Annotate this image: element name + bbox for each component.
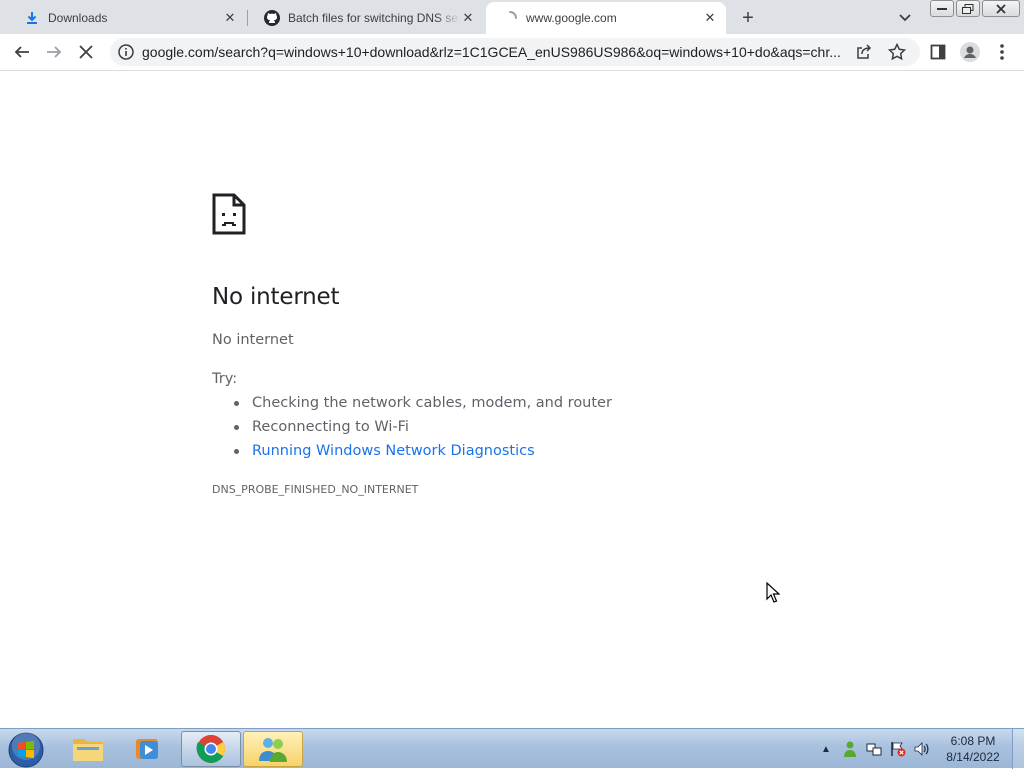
clock-date: 8/14/2022 — [946, 750, 1000, 764]
url-text[interactable]: google.com/search?q=windows+10+download&… — [142, 44, 842, 60]
error-subtitle: No internet — [212, 332, 294, 348]
close-icon[interactable]: ✕ — [222, 10, 238, 26]
tab-search-button[interactable] — [893, 8, 917, 28]
suggestion-item: Reconnecting to Wi-Fi — [234, 415, 612, 439]
windows-logo-icon — [8, 732, 44, 768]
close-icon[interactable]: ✕ — [702, 10, 718, 26]
restore-button[interactable] — [956, 0, 980, 17]
tab-title: Batch files for switching DNS ser — [288, 11, 460, 25]
folder-icon — [73, 739, 103, 761]
error-title: No internet — [212, 284, 340, 310]
github-icon — [264, 10, 280, 26]
network-icon[interactable] — [864, 739, 884, 759]
sad-document-icon — [212, 193, 246, 235]
clock-time: 6:08 PM — [950, 734, 996, 748]
minimize-button[interactable] — [930, 0, 954, 17]
close-icon[interactable]: ✕ — [460, 10, 476, 26]
tab-github[interactable]: Batch files for switching DNS ser ✕ — [248, 2, 484, 34]
loading-spinner-icon — [502, 10, 518, 26]
error-code: DNS_PROBE_FINISHED_NO_INTERNET — [212, 483, 419, 496]
profile-button[interactable] — [956, 38, 984, 66]
volume-icon[interactable] — [912, 739, 932, 759]
try-label: Try: — [212, 371, 238, 387]
taskbar-messenger[interactable] — [243, 731, 303, 767]
show-desktop-button[interactable] — [1012, 729, 1024, 769]
new-tab-button[interactable]: + — [736, 6, 760, 30]
user-status-icon[interactable] — [840, 739, 860, 759]
browser-toolbar: google.com/search?q=windows+10+download&… — [0, 34, 1024, 71]
chrome-icon — [196, 735, 225, 763]
suggestion-item: Checking the network cables, modem, and … — [234, 391, 612, 415]
suggestions-list: Checking the network cables, modem, and … — [234, 391, 612, 463]
messenger-people-icon — [259, 738, 287, 762]
media-player-icon — [136, 739, 158, 759]
chevron-down-icon — [899, 14, 911, 22]
tab-google[interactable]: www.google.com ✕ — [486, 2, 726, 34]
kebab-menu-icon — [1000, 44, 1004, 60]
info-icon[interactable] — [118, 44, 134, 60]
tab-title: Downloads — [48, 11, 108, 25]
close-window-button[interactable] — [982, 0, 1020, 17]
action-center-flag-icon[interactable] — [888, 739, 908, 759]
taskbar: ▲ 6:08 PM 8/14/2022 — [0, 728, 1024, 769]
show-hidden-icons-icon[interactable]: ▲ — [816, 739, 836, 759]
start-button[interactable] — [6, 731, 46, 769]
taskbar-chrome[interactable] — [181, 731, 241, 767]
address-bar[interactable]: google.com/search?q=windows+10+download&… — [110, 38, 920, 66]
taskbar-explorer[interactable] — [58, 731, 118, 767]
system-tray: ▲ — [816, 737, 936, 761]
window-controls — [928, 0, 1020, 18]
mouse-cursor-icon — [766, 581, 781, 603]
stop-loading-button[interactable] — [72, 38, 100, 66]
avatar-icon — [960, 42, 980, 62]
arrow-left-icon — [14, 46, 29, 58]
side-panel-button[interactable] — [924, 38, 952, 66]
error-page: No internet No internet Try: Checking th… — [0, 71, 1024, 728]
arrow-right-icon — [47, 46, 62, 58]
network-diagnostics-link[interactable]: Running Windows Network Diagnostics — [234, 439, 612, 463]
download-icon — [24, 10, 40, 26]
side-panel-icon — [930, 44, 946, 60]
back-button[interactable] — [8, 38, 36, 66]
taskbar-media-player[interactable] — [118, 731, 178, 767]
taskbar-clock[interactable]: 6:08 PM 8/14/2022 — [940, 733, 1006, 765]
close-icon — [79, 45, 93, 59]
bookmark-star-icon[interactable] — [887, 42, 907, 66]
menu-button[interactable] — [988, 38, 1016, 66]
forward-button[interactable] — [40, 38, 68, 66]
share-icon[interactable] — [856, 44, 872, 65]
tab-downloads[interactable]: Downloads ✕ — [8, 2, 246, 34]
tab-strip: Downloads ✕ Batch files for switching DN… — [0, 0, 1024, 34]
tab-title: www.google.com — [526, 11, 617, 25]
